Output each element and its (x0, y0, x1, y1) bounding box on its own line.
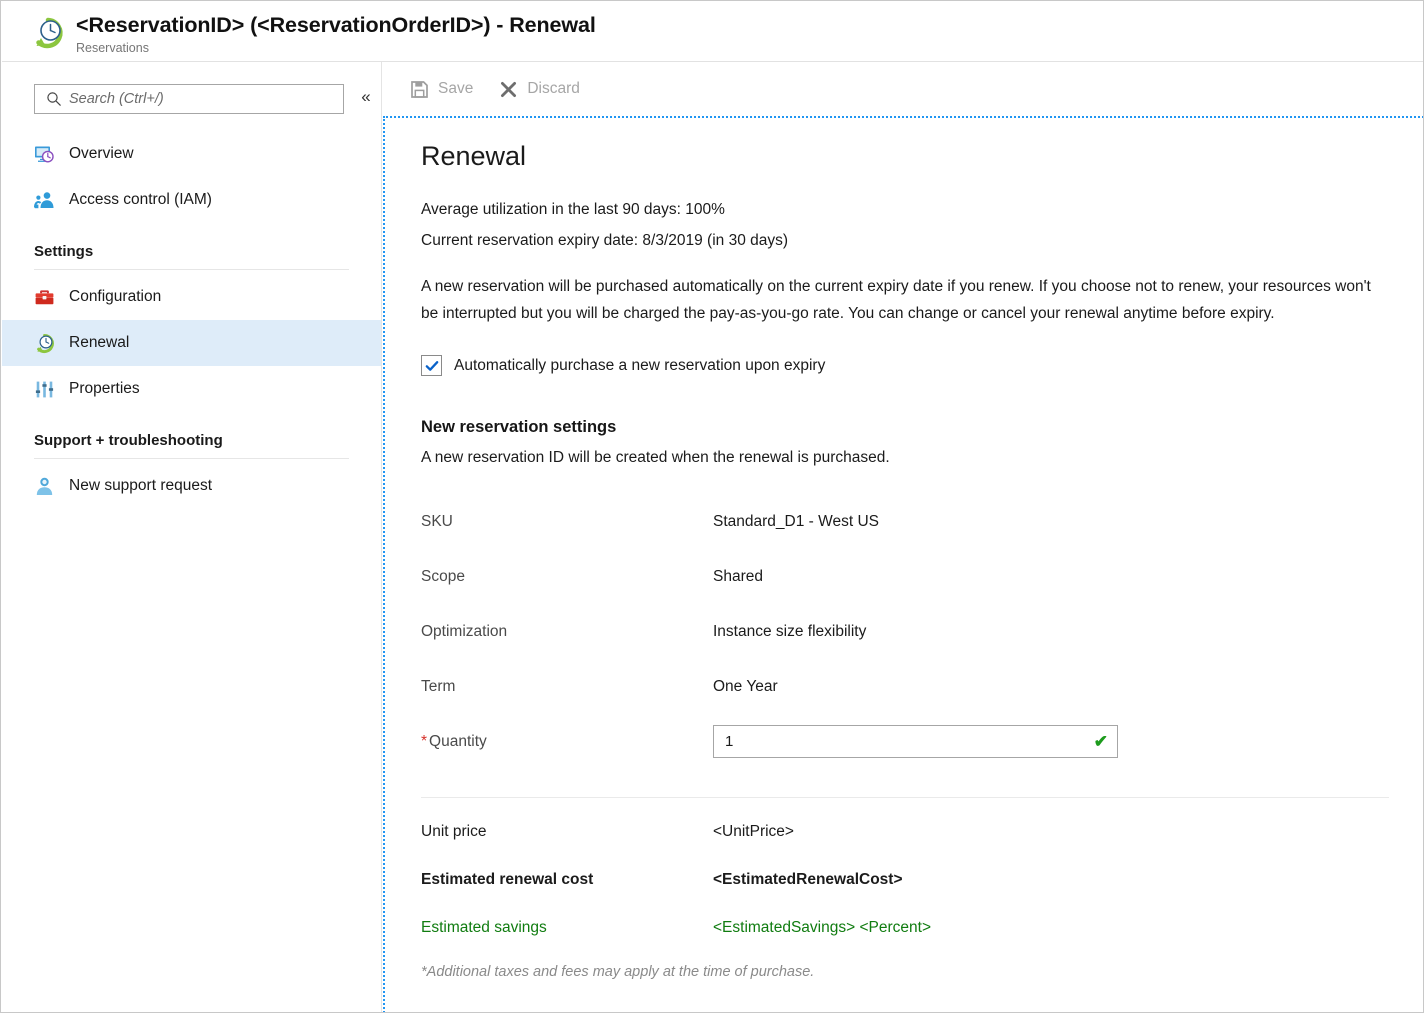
sidebar-top-items: Overview Access control (IAM) (2, 131, 381, 223)
renewal-panel: Renewal Average utilization in the last … (383, 116, 1424, 1013)
cost-row-unit-price: Unit price <UnitPrice> (421, 808, 1424, 856)
footnote: *Additional taxes and fees may apply at … (421, 964, 1424, 980)
field-label: Optimization (421, 623, 713, 641)
search-input[interactable] (69, 91, 319, 107)
field-label: SKU (421, 513, 713, 531)
check-mark-icon: ✔ (1094, 733, 1108, 750)
overview-monitor-icon (34, 144, 55, 165)
field-label: Term (421, 678, 713, 696)
save-button[interactable]: Save (410, 80, 473, 99)
page-header: <ReservationID> (<ReservationOrderID>) -… (2, 2, 1423, 62)
save-label: Save (438, 80, 473, 98)
sidebar-group-support-header: Support + troubleshooting (2, 424, 381, 459)
page-title: Renewal (421, 140, 1424, 172)
cost-summary: Unit price <UnitPrice> Estimated renewal… (421, 808, 1424, 952)
field-row-sku: SKU Standard_D1 - West US (421, 494, 1424, 549)
chevron-double-left-icon[interactable]: « (355, 85, 377, 107)
quantity-stepper[interactable]: ✔ (713, 725, 1118, 758)
breadcrumb: Reservations (76, 40, 596, 56)
cost-label: Estimated renewal cost (421, 871, 713, 889)
save-floppy-icon (410, 80, 429, 99)
field-value: Standard_D1 - West US (713, 513, 879, 531)
sidebar-item-access-control[interactable]: Access control (IAM) (2, 177, 381, 223)
search-box[interactable] (34, 84, 344, 114)
portal-window: <ReservationID> (<ReservationOrderID>) -… (0, 0, 1424, 1013)
renewal-clock-icon (34, 333, 55, 354)
field-row-quantity: *Quantity ✔ (421, 714, 1424, 769)
expiry-line: Current reservation expiry date: 8/3/201… (421, 225, 1424, 256)
field-label: Scope (421, 568, 713, 586)
sidebar-item-renewal[interactable]: Renewal (2, 320, 381, 366)
sidebar-item-label: Renewal (69, 333, 129, 353)
sidebar-group-title: Settings (34, 235, 349, 269)
auto-purchase-checkbox[interactable] (421, 355, 442, 376)
divider (34, 269, 349, 270)
sidebar-item-properties[interactable]: Properties (2, 366, 381, 412)
sidebar-item-label: Properties (69, 379, 140, 399)
cost-value: <EstimatedSavings> <Percent> (713, 919, 931, 937)
page-title-header: <ReservationID> (<ReservationOrderID>) -… (76, 12, 596, 38)
cost-label: Estimated savings (421, 919, 713, 937)
sidebar: « Overview (2, 62, 382, 1013)
reservation-clock-icon (30, 15, 66, 51)
sidebar-group-settings-header: Settings (2, 235, 381, 270)
field-row-term: Term One Year (421, 659, 1424, 714)
sidebar-group-title: Support + troubleshooting (34, 424, 349, 458)
section-subtitle: A new reservation ID will be created whe… (421, 447, 1424, 469)
auto-purchase-label: Automatically purchase a new reservation… (454, 357, 825, 375)
sidebar-item-configuration[interactable]: Configuration (2, 274, 381, 320)
cost-value: <EstimatedRenewalCost> (713, 871, 903, 889)
access-control-person-icon (34, 190, 55, 211)
toolbox-icon (34, 287, 55, 308)
field-row-optimization: Optimization Instance size flexibility (421, 604, 1424, 659)
close-x-icon (499, 80, 518, 99)
sidebar-item-overview[interactable]: Overview (2, 131, 381, 177)
search-icon (46, 91, 62, 107)
field-value: Shared (713, 568, 763, 586)
sidebar-search-row: « (2, 62, 381, 114)
field-row-scope: Scope Shared (421, 549, 1424, 604)
header-text-block: <ReservationID> (<ReservationOrderID>) -… (76, 12, 596, 56)
field-label-quantity: *Quantity (421, 733, 713, 751)
cost-row-estimated-savings: Estimated savings <EstimatedSavings> <Pe… (421, 904, 1424, 952)
reservation-fields: SKU Standard_D1 - West US Scope Shared O… (421, 494, 1424, 769)
sidebar-item-label: New support request (69, 476, 212, 496)
sidebar-item-label: Overview (69, 144, 134, 164)
divider (34, 458, 349, 459)
command-bar: Save Discard (383, 62, 1424, 116)
sliders-icon (34, 379, 55, 400)
field-value: One Year (713, 678, 778, 696)
section-title: New reservation settings (421, 416, 1424, 438)
sidebar-item-label: Access control (IAM) (69, 190, 212, 210)
discard-button[interactable]: Discard (499, 80, 580, 99)
sidebar-item-label: Configuration (69, 287, 161, 307)
content-area: Save Discard Renewal Average utilization… (383, 62, 1424, 1013)
utilization-line: Average utilization in the last 90 days:… (421, 194, 1424, 225)
quantity-label-text: Quantity (429, 733, 487, 750)
sidebar-item-new-support-request[interactable]: New support request (2, 463, 381, 509)
check-mark-icon (424, 358, 440, 374)
renewal-description: A new reservation will be purchased auto… (421, 274, 1389, 327)
cost-value: <UnitPrice> (713, 823, 794, 841)
discard-label: Discard (527, 80, 580, 98)
quantity-input[interactable] (725, 733, 1094, 750)
support-request-icon (34, 476, 55, 497)
auto-purchase-checkbox-row[interactable]: Automatically purchase a new reservation… (421, 355, 1424, 376)
required-marker: * (421, 733, 427, 750)
cost-label: Unit price (421, 823, 713, 841)
cost-row-estimated-renewal-cost: Estimated renewal cost <EstimatedRenewal… (421, 856, 1424, 904)
divider (421, 797, 1389, 798)
field-value: Instance size flexibility (713, 623, 866, 641)
